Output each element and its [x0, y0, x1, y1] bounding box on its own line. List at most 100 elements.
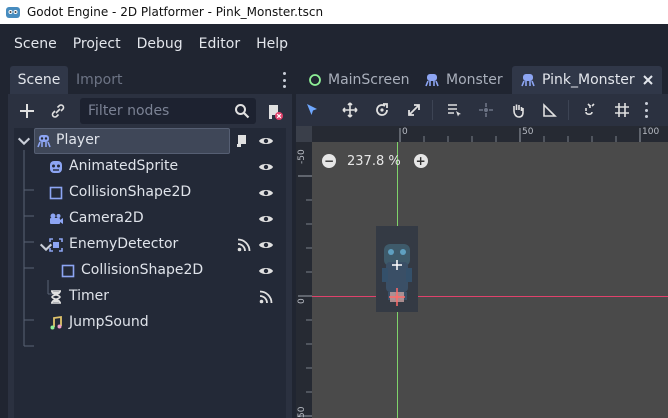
tree-item-animated-sprite[interactable]: AnimatedSprite: [14, 154, 286, 180]
scene-panel: Player AnimatedSprite: [8, 94, 292, 418]
scale-mode-icon[interactable]: [406, 102, 422, 118]
visibility-eye-icon[interactable]: [258, 237, 274, 253]
ruler-label: 50: [522, 127, 534, 137]
visibility-eye-icon[interactable]: [258, 185, 274, 201]
visibility-eye-icon[interactable]: [258, 263, 274, 279]
pink-monster-scene-icon: [521, 74, 535, 87]
dock-tabs: Scene Import: [8, 64, 292, 94]
zoom-level[interactable]: 237.8 %: [347, 154, 401, 169]
zoom-in-button[interactable]: +: [413, 154, 428, 168]
snap-options-icon[interactable]: [644, 102, 648, 118]
grid-snap-icon[interactable]: [614, 102, 630, 118]
tab-scene[interactable]: Scene: [10, 66, 68, 94]
tab-import[interactable]: Import: [76, 66, 122, 94]
toolbar-separator: [432, 100, 433, 120]
close-tab-icon[interactable]: [642, 74, 654, 86]
dock-menu-icon[interactable]: [282, 72, 286, 88]
tab-label: Monster: [446, 72, 503, 88]
tree-item-label: JumpSound: [69, 314, 149, 330]
tab-pink-monster[interactable]: Pink_Monster: [512, 66, 662, 94]
ruler-label: 100: [642, 127, 660, 137]
add-node-icon[interactable]: [19, 103, 35, 119]
pivot-mode-icon[interactable]: [478, 102, 494, 118]
visibility-eye-icon[interactable]: [258, 133, 274, 149]
tree-item-collision-shape-child[interactable]: CollisionShape2D: [14, 258, 286, 284]
tree-item-label: EnemyDetector: [69, 236, 179, 252]
rotate-mode-icon[interactable]: [374, 102, 390, 118]
tree-item-enemy-detector[interactable]: EnemyDetector: [14, 232, 286, 258]
menu-scene[interactable]: Scene: [14, 36, 57, 52]
pink-monster-sprite: [382, 244, 412, 306]
script-icon[interactable]: [234, 133, 250, 149]
collapse-arrow-icon[interactable]: [16, 133, 32, 149]
window-title: Godot Engine - 2D Platformer - Pink_Mons…: [27, 5, 324, 19]
tab-monster[interactable]: Monster: [414, 66, 510, 94]
canvas-viewport[interactable]: 0 50 100 -50 0 50 − 237.8 % +: [296, 126, 668, 418]
tree-item-camera2d[interactable]: Camera2D: [14, 206, 286, 232]
area2d-icon: [49, 238, 63, 252]
tree-item-jump-sound[interactable]: JumpSound: [14, 310, 286, 336]
tree-item-label: Camera2D: [69, 210, 144, 226]
signal-icon[interactable]: [258, 289, 274, 305]
x-axis-line: [312, 296, 668, 297]
ruler-label: 50: [297, 406, 307, 418]
tree-item-collision-shape[interactable]: CollisionShape2D: [14, 180, 286, 206]
audio-icon: [50, 315, 62, 330]
signal-icon[interactable]: [236, 237, 252, 253]
ruler-corner: [296, 126, 312, 142]
zoom-out-button[interactable]: −: [322, 154, 336, 168]
godot-logo-icon: [6, 7, 20, 18]
tree-item-label: CollisionShape2D: [69, 184, 192, 200]
main-screen-icon: [309, 74, 321, 86]
menu-bar: Scene Project Debug Editor Help: [0, 24, 668, 64]
tab-main-screen[interactable]: MainScreen: [300, 66, 410, 94]
script-remote-icon[interactable]: [266, 103, 284, 121]
monster-scene-icon: [425, 74, 439, 87]
move-mode-icon[interactable]: [342, 102, 358, 118]
menu-project[interactable]: Project: [73, 36, 121, 52]
menu-editor[interactable]: Editor: [199, 36, 240, 52]
toolbar-separator: [568, 100, 569, 120]
tree-item-label: Timer: [69, 288, 110, 304]
tab-label: Pink_Monster: [542, 72, 635, 88]
scene-tree: Player AnimatedSprite CollisionShape2D C…: [14, 128, 286, 418]
player-icon: [37, 135, 51, 148]
ruler-label: -50: [297, 149, 307, 164]
list-select-icon[interactable]: [446, 102, 462, 118]
scene-toolbar: [8, 94, 292, 128]
ruler-horizontal[interactable]: 0 50 100: [296, 126, 668, 142]
smart-snap-icon[interactable]: [582, 102, 598, 118]
collision-shape-icon: [61, 264, 75, 278]
tree-item-player[interactable]: Player: [14, 128, 286, 154]
ruler-mode-icon[interactable]: [542, 102, 558, 118]
animated-sprite-icon: [50, 161, 62, 173]
filter-nodes-field[interactable]: [80, 98, 256, 124]
timer-icon: [51, 290, 61, 304]
pan-mode-icon[interactable]: [510, 102, 526, 118]
ruler-ticks-vertical: [298, 175, 312, 417]
tree-item-timer[interactable]: Timer: [14, 284, 286, 310]
sprite-bounding-box[interactable]: [376, 226, 418, 312]
scene-tabs: MainScreen Monster Pink_Monster: [296, 64, 668, 94]
ruler-vertical[interactable]: -50 0 50: [296, 126, 312, 418]
window-titlebar: Godot Engine - 2D Platformer - Pink_Mons…: [0, 0, 668, 24]
tree-item-label: AnimatedSprite: [69, 158, 179, 174]
canvas-toolbar: [296, 94, 668, 126]
search-icon: [235, 104, 250, 119]
select-mode-icon[interactable]: [304, 102, 320, 118]
scene-dock: Scene Import Filter nodes Player Animate…: [8, 64, 292, 418]
zoom-controls: − 237.8 % +: [322, 152, 428, 170]
ruler-label: 0: [402, 127, 408, 137]
menu-debug[interactable]: Debug: [137, 36, 183, 52]
camera-icon: [50, 213, 63, 224]
tree-item-label: Player: [56, 132, 100, 148]
filter-nodes-input[interactable]: [88, 101, 228, 121]
visibility-eye-icon[interactable]: [258, 159, 274, 175]
instance-scene-icon[interactable]: [50, 103, 66, 119]
visibility-eye-icon[interactable]: [258, 211, 274, 227]
tab-label: MainScreen: [328, 72, 410, 88]
ruler-ticks-horizontal: [399, 128, 641, 142]
collision-shape-icon: [49, 186, 63, 200]
tree-item-label: CollisionShape2D: [81, 262, 204, 278]
menu-help[interactable]: Help: [256, 36, 288, 52]
